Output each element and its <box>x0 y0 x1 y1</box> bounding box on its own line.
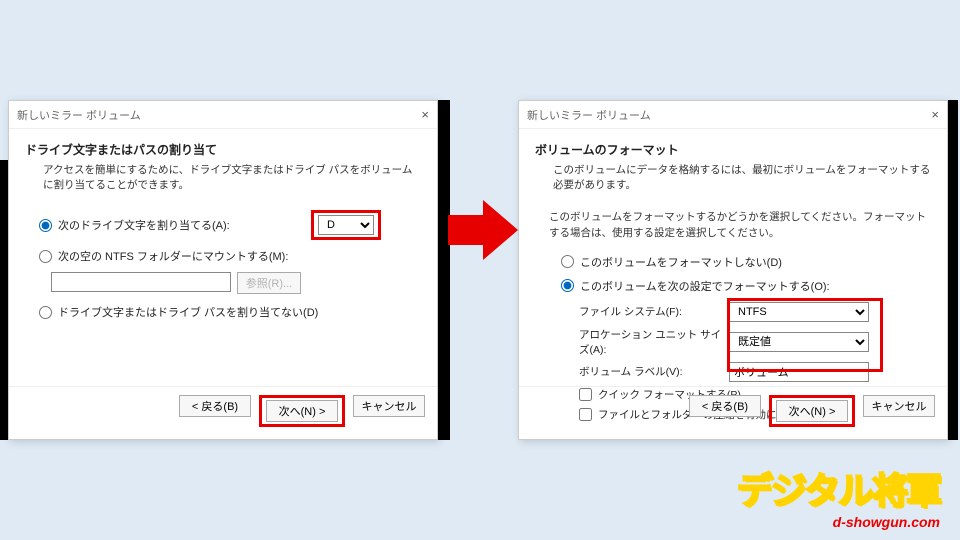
titlebar-left: 新しいミラー ボリューム × <box>9 101 437 129</box>
subtext-right: このボリュームにデータを格納するには、最初にボリュームをフォーマットする必要があ… <box>553 162 931 192</box>
option-assign-letter[interactable]: 次のドライブ文字を割り当てる(A): D <box>39 210 421 240</box>
radio-noformat[interactable] <box>561 255 574 268</box>
arrow-icon <box>448 200 518 260</box>
radio-none-label: ドライブ文字またはドライブ パスを割り当てない(D) <box>58 304 318 320</box>
highlight-next-left: 次へ(N) > <box>259 395 345 427</box>
option-format[interactable]: このボリュームを次の設定でフォーマットする(O): <box>561 278 931 294</box>
dialog-format: 新しいミラー ボリューム × ボリュームのフォーマット このボリュームにデータを… <box>518 100 948 440</box>
mount-path-input <box>51 272 231 292</box>
radio-assign[interactable] <box>39 219 52 232</box>
next-button[interactable]: 次へ(N) > <box>266 400 338 422</box>
cancel-button[interactable]: キャンセル <box>863 395 935 417</box>
back-button[interactable]: < 戻る(B) <box>689 395 761 417</box>
radio-none[interactable] <box>39 306 52 319</box>
browse-button: 参照(R)... <box>237 272 301 294</box>
radio-mount-label: 次の空の NTFS フォルダーにマウントする(M): <box>58 248 288 264</box>
heading-right: ボリュームのフォーマット <box>535 141 931 158</box>
cancel-button[interactable]: キャンセル <box>353 395 425 417</box>
volume-label-input[interactable] <box>729 362 869 382</box>
drive-letter-select[interactable]: D <box>318 215 374 235</box>
dialog-content-left: ドライブ文字またはパスの割り当て アクセスを簡単にするために、ドライブ文字または… <box>9 129 437 336</box>
filesystem-select[interactable]: NTFS <box>729 302 869 322</box>
window-title: 新しいミラー ボリューム <box>17 107 141 123</box>
subtext-left: アクセスを簡単にするために、ドライブ文字またはドライブ パスをボリュームに割り当… <box>43 162 421 192</box>
dialog-drive-letter: 新しいミラー ボリューム × ドライブ文字またはパスの割り当て アクセスを簡単に… <box>8 100 438 440</box>
radio-mount[interactable] <box>39 250 52 263</box>
fs-label: ファイル システム(F): <box>579 304 729 319</box>
next-button[interactable]: 次へ(N) > <box>776 400 848 422</box>
back-button[interactable]: < 戻る(B) <box>179 395 251 417</box>
logo: デジタル将軍 d-showgun.com <box>737 462 940 530</box>
close-icon[interactable]: × <box>931 107 939 122</box>
close-icon[interactable]: × <box>421 107 429 122</box>
radio-format-label: このボリュームを次の設定でフォーマットする(O): <box>580 278 830 294</box>
highlight-drive-select: D <box>311 210 381 240</box>
button-row-left: < 戻る(B) 次へ(N) > キャンセル <box>9 386 437 439</box>
heading-left: ドライブ文字またはパスの割り当て <box>25 141 421 158</box>
vol-label: ボリューム ラベル(V): <box>579 364 729 379</box>
radio-noformat-label: このボリュームをフォーマットしない(D) <box>580 254 782 270</box>
instruct-text: このボリュームをフォーマットするかどうかを選択してください。フォーマットする場合… <box>549 210 931 242</box>
radio-assign-label: 次のドライブ文字を割り当てる(A): <box>58 217 230 233</box>
option-no-format[interactable]: このボリュームをフォーマットしない(D) <box>561 254 931 270</box>
window-title: 新しいミラー ボリューム <box>527 107 651 123</box>
button-row-right: < 戻る(B) 次へ(N) > キャンセル <box>519 386 947 439</box>
titlebar-right: 新しいミラー ボリューム × <box>519 101 947 129</box>
logo-sub: d-showgun.com <box>737 514 940 530</box>
option-no-assign[interactable]: ドライブ文字またはドライブ パスを割り当てない(D) <box>39 304 421 320</box>
highlight-next-right: 次へ(N) > <box>769 395 855 427</box>
alloc-label: アロケーション ユニット サイズ(A): <box>579 327 729 357</box>
allocation-select[interactable]: 既定値 <box>729 332 869 352</box>
option-mount-folder[interactable]: 次の空の NTFS フォルダーにマウントする(M): <box>39 248 421 264</box>
radio-format[interactable] <box>561 279 574 292</box>
logo-main: デジタル将軍 <box>737 462 940 514</box>
